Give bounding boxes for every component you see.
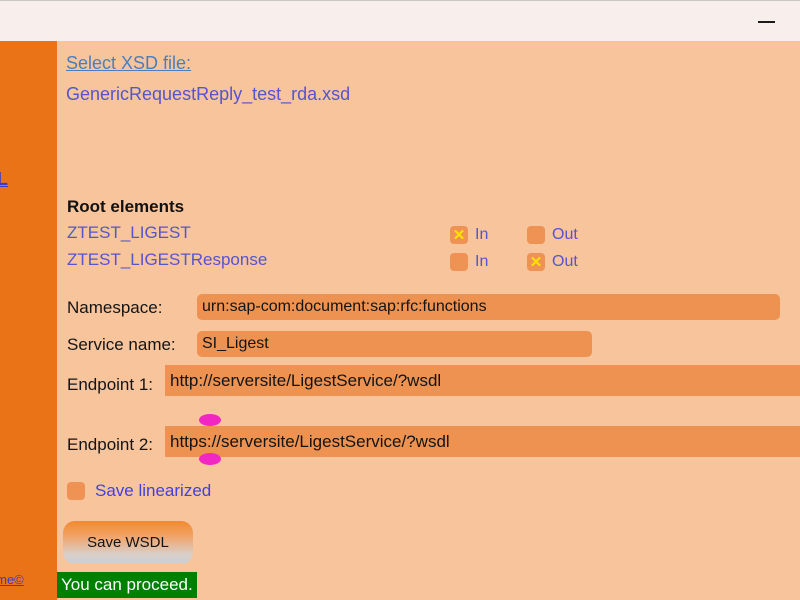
check-mark-icon: ✕ (452, 226, 466, 244)
root-element-out-group: Out (527, 225, 578, 245)
endpoint1-label: Endpoint 1: (67, 375, 154, 394)
checkbox-out-label: Out (552, 253, 578, 270)
sidebar-link-top-truncated[interactable]: L (0, 169, 8, 190)
checkbox-in-label: In (475, 226, 489, 243)
status-badge: You can proceed. (57, 572, 197, 598)
save-wsdl-button[interactable]: Save WSDL (63, 521, 193, 564)
checkbox-out[interactable] (527, 226, 545, 244)
select-xsd-file-link[interactable]: Select XSD file: (66, 53, 191, 74)
resize-handle-top[interactable] (199, 414, 221, 426)
root-element-in-group: ✕ In (450, 225, 488, 245)
save-linearized-label: Save linearized (95, 481, 212, 500)
root-element-out-group: ✕ Out (527, 252, 578, 272)
root-element-name[interactable]: ZTEST_LIGESTResponse (67, 250, 267, 270)
sidebar-link-bottom-truncated[interactable]: lame© (0, 572, 24, 587)
application-window: L lame© Select XSD file: GenericRequestR… (0, 0, 800, 600)
namespace-label: Namespace: (67, 298, 163, 317)
root-element-in-group: In (450, 252, 488, 272)
main-panel: Select XSD file: GenericRequestReply_tes… (57, 41, 800, 600)
checkbox-in[interactable]: ✕ (450, 226, 468, 244)
checkbox-in-label: In (475, 253, 489, 270)
endpoint1-input[interactable] (165, 365, 800, 396)
left-sidebar: L lame© (0, 41, 57, 600)
minimize-glyph (758, 21, 775, 23)
check-mark-icon: ✕ (529, 253, 543, 271)
root-elements-heading: Root elements (67, 197, 185, 216)
resize-handle-bottom[interactable] (199, 453, 221, 465)
endpoint2-input[interactable] (165, 426, 800, 457)
checkbox-out-label: Out (552, 226, 578, 243)
checkbox-save-linearized[interactable] (67, 482, 85, 500)
table-row: ZTEST_LIGESTResponse In ✕ Out (57, 250, 800, 275)
minimize-icon[interactable] (756, 13, 778, 31)
save-linearized-row: Save linearized (67, 481, 211, 501)
service-name-input[interactable] (197, 331, 592, 357)
service-name-label: Service name: (67, 335, 176, 354)
xsd-file-name-link[interactable]: GenericRequestReply_test_rda.xsd (66, 84, 350, 105)
checkbox-out[interactable]: ✕ (527, 253, 545, 271)
root-element-name[interactable]: ZTEST_LIGEST (67, 223, 191, 243)
checkbox-in[interactable] (450, 253, 468, 271)
table-row: ZTEST_LIGEST ✕ In Out (57, 223, 800, 248)
namespace-input[interactable] (197, 294, 780, 320)
endpoint2-label: Endpoint 2: (67, 435, 154, 454)
title-bar (0, 0, 800, 41)
